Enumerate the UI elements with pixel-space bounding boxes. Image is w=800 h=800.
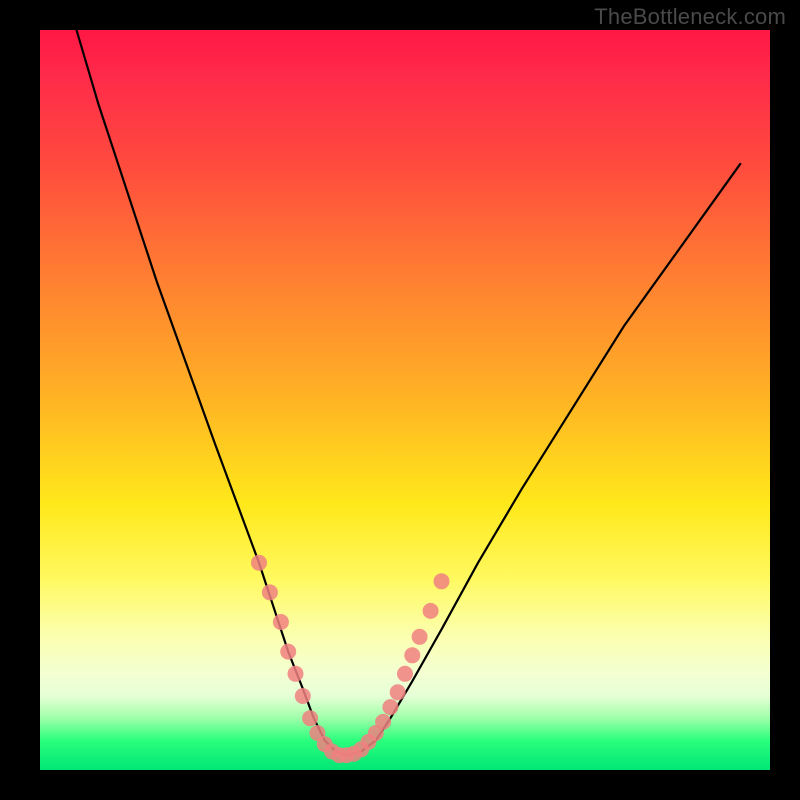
marker-dot [404,647,420,663]
chart-overlay [40,30,770,770]
marker-dot [273,614,289,630]
marker-dot [434,573,450,589]
marker-dot [397,666,413,682]
marker-dot [295,688,311,704]
marker-dot [262,584,278,600]
marker-dot [288,666,304,682]
marker-dot [390,684,406,700]
marker-dot [302,710,318,726]
marker-dot [375,714,391,730]
marker-dot [280,644,296,660]
marker-dot [382,699,398,715]
marker-dot [423,603,439,619]
outer-frame: TheBottleneck.com [0,0,800,800]
marker-dot [412,629,428,645]
curve-path [77,30,741,755]
watermark-text: TheBottleneck.com [594,4,786,30]
marker-group [251,555,450,763]
marker-dot [251,555,267,571]
